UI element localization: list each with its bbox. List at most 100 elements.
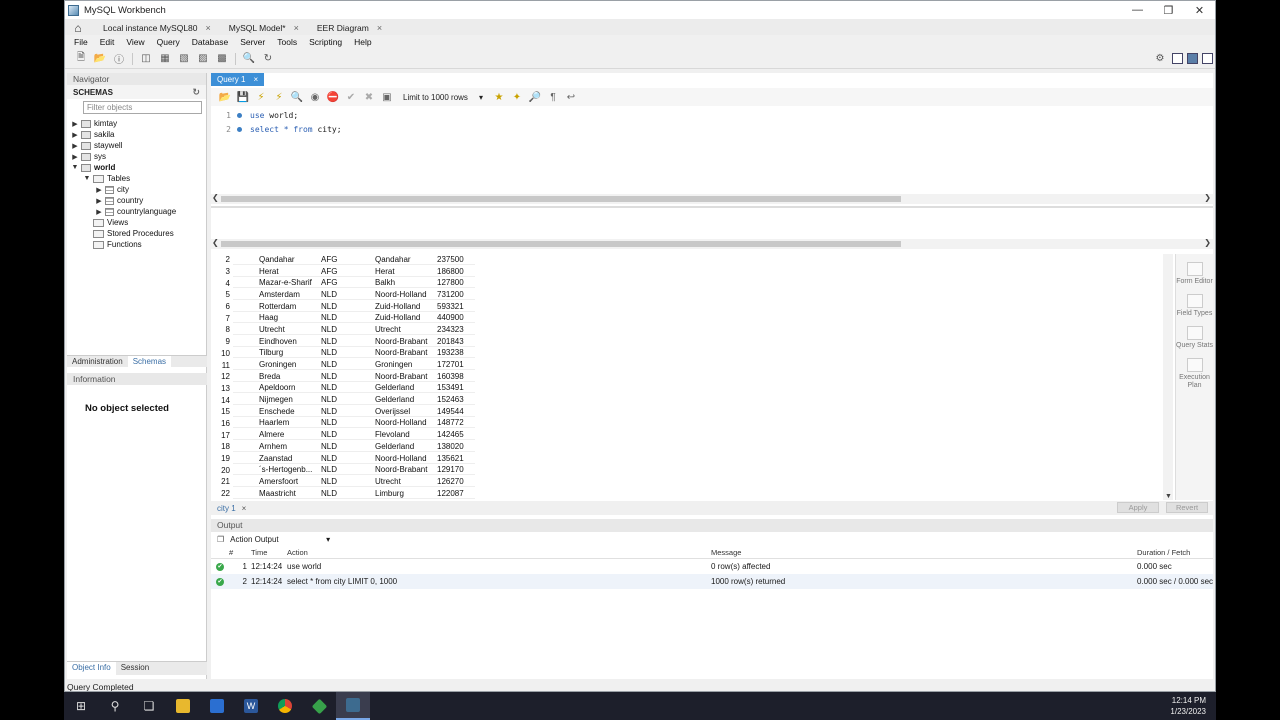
cell-name[interactable]: Rotterdam xyxy=(233,302,319,312)
table-item-country[interactable]: ▶ country xyxy=(67,195,206,206)
autocommit-toggle-icon[interactable]: ▣ xyxy=(379,90,395,104)
system-clock[interactable]: 12:14 PM 1/23/2023 xyxy=(1170,695,1216,717)
header-message[interactable]: Message xyxy=(711,548,1137,557)
refresh-schemas-icon[interactable]: ↻ xyxy=(192,87,200,98)
table-row[interactable]: 7 Haag NLD Zuid-Holland 440900 xyxy=(213,312,1163,324)
cell-district[interactable]: Balkh xyxy=(375,278,435,289)
cell-district[interactable]: Noord-Holland xyxy=(375,454,435,464)
scroll-right-icon[interactable]: ❯ xyxy=(1204,193,1211,202)
menu-database[interactable]: Database xyxy=(186,37,234,47)
cell-name[interactable]: Enschede xyxy=(233,407,319,417)
table-item-countrylanguage[interactable]: ▶ countrylanguage xyxy=(67,206,206,217)
cell-district[interactable]: Limburg xyxy=(375,489,435,499)
explain-icon[interactable]: 🔍 xyxy=(289,90,305,104)
file-explorer-icon[interactable] xyxy=(166,692,200,720)
cell-name[interactable]: Almere xyxy=(233,430,319,441)
scroll-left-icon[interactable]: ❮ xyxy=(212,238,219,247)
find-icon[interactable]: 🔎 xyxy=(527,90,543,104)
green-app-icon[interactable] xyxy=(302,692,336,720)
cell-district[interactable]: Noord-Holland xyxy=(375,418,435,429)
schema-item-staywell[interactable]: ▶ staywell xyxy=(67,140,206,151)
schema-item-world[interactable]: ▼ world xyxy=(67,162,206,173)
cell-countrycode[interactable]: NLD xyxy=(319,430,375,441)
reconnect-icon[interactable]: ↻ xyxy=(260,51,276,66)
cell-district[interactable]: Gelderland xyxy=(375,442,435,452)
cell-population[interactable]: 138020 xyxy=(435,442,475,452)
output-row[interactable]: ✔ 2 12:14:24 select * from city LIMIT 0,… xyxy=(211,574,1213,589)
cell-countrycode[interactable]: NLD xyxy=(319,407,375,417)
cell-name[interactable]: Herat xyxy=(233,267,319,277)
cell-name[interactable]: Mazar-e-Sharif xyxy=(233,278,319,289)
table-row[interactable]: 23DordrechtNLDZuid-Holland119811 xyxy=(213,499,1163,500)
copy-output-icon[interactable]: ❐ xyxy=(217,535,224,544)
cell-countrycode[interactable]: NLD xyxy=(319,454,375,464)
sql-editor[interactable]: 1 use world; 2 select * from city; xyxy=(211,108,1213,194)
table-item-city[interactable]: ▶ city xyxy=(67,184,206,195)
menu-query[interactable]: Query xyxy=(151,37,186,47)
execute-current-lightning-icon[interactable]: ⚡ xyxy=(271,90,287,104)
wrap-lines-icon[interactable]: ↩ xyxy=(563,90,579,104)
table-row[interactable]: 15 Enschede NLD Overijssel 149544 xyxy=(213,406,1163,418)
cell-district[interactable]: Noord-Holland xyxy=(375,290,435,300)
grid-vertical-scrollbar[interactable]: ▼ xyxy=(1163,254,1173,500)
create-table-icon[interactable]: ▦ xyxy=(157,51,173,66)
table-row[interactable]: 4 Mazar-e-Sharif AFG Balkh 127800 xyxy=(213,277,1163,289)
expand-arrow-icon[interactable]: ▶ xyxy=(95,208,103,216)
scroll-down-icon[interactable]: ▼ xyxy=(1165,493,1172,500)
cell-population[interactable]: 148772 xyxy=(435,418,475,429)
tab-mysql-model[interactable]: MySQL Model* × xyxy=(217,20,305,35)
filter-objects-input[interactable]: Filter objects xyxy=(83,101,202,114)
create-function-icon[interactable]: ▩ xyxy=(214,51,230,66)
execute-lightning-icon[interactable]: ⚡ xyxy=(253,90,269,104)
cell-name[interactable]: Haag xyxy=(233,313,319,324)
menu-tools[interactable]: Tools xyxy=(271,37,303,47)
table-row[interactable]: 16 Haarlem NLD Noord-Holland 148772 xyxy=(213,418,1163,430)
cell-name[interactable]: Amersfoort xyxy=(233,477,319,487)
cell-countrycode[interactable]: NLD xyxy=(319,360,375,371)
execution-plan-button[interactable]: Execution Plan xyxy=(1176,358,1213,390)
cell-district[interactable]: Qandahar xyxy=(375,255,435,265)
tab-city-1[interactable]: city 1 × xyxy=(211,504,252,513)
cell-population[interactable]: 129170 xyxy=(435,465,475,476)
settings-gear-icon[interactable]: ⚙ xyxy=(1152,51,1168,66)
tree-functions-folder[interactable]: Functions xyxy=(67,239,206,250)
cell-district[interactable]: Herat xyxy=(375,267,435,277)
cell-countrycode[interactable]: NLD xyxy=(319,325,375,335)
splitter[interactable] xyxy=(211,206,1213,208)
tab-administration[interactable]: Administration xyxy=(67,356,128,367)
tab-eer-diagram[interactable]: EER Diagram × xyxy=(305,20,388,35)
form-editor-button[interactable]: Form Editor xyxy=(1176,262,1213,286)
restore-icon[interactable]: ❐ xyxy=(1153,1,1184,19)
cell-name[interactable]: Nijmegen xyxy=(233,395,319,406)
cell-name[interactable]: Zaanstad xyxy=(233,454,319,464)
table-row[interactable]: 22 Maastricht NLD Limburg 122087 xyxy=(213,488,1163,500)
cell-population[interactable]: 193238 xyxy=(435,348,475,359)
open-sql-script-icon[interactable]: 📂 xyxy=(92,51,108,66)
create-view-icon[interactable]: ▧ xyxy=(176,51,192,66)
cell-population[interactable]: 127800 xyxy=(435,278,475,289)
cell-population[interactable]: 122087 xyxy=(435,489,475,499)
tab-object-info[interactable]: Object Info xyxy=(67,662,116,675)
table-row[interactable]: 5 Amsterdam NLD Noord-Holland 731200 xyxy=(213,289,1163,301)
minimize-icon[interactable]: — xyxy=(1122,1,1153,19)
cell-name[interactable]: Amsterdam xyxy=(233,290,319,300)
cell-countrycode[interactable]: NLD xyxy=(319,290,375,300)
create-procedure-icon[interactable]: ▨ xyxy=(195,51,211,66)
cell-district[interactable]: Zuid-Holland xyxy=(375,313,435,324)
expand-arrow-icon[interactable]: ▶ xyxy=(95,197,103,205)
table-row[interactable]: 18 Arnhem NLD Gelderland 138020 xyxy=(213,441,1163,453)
expand-arrow-icon[interactable]: ▶ xyxy=(71,142,79,150)
cell-district[interactable]: Noord-Brabant xyxy=(375,372,435,382)
cell-population[interactable]: 201843 xyxy=(435,337,475,347)
table-row[interactable]: 3 Herat AFG Herat 186800 xyxy=(213,266,1163,278)
schema-item-kimtay[interactable]: ▶ kimtay xyxy=(67,118,206,129)
editor-horizontal-scrollbar[interactable]: ❮ ❯ xyxy=(211,193,1213,204)
mysql-workbench-taskbar-icon[interactable] xyxy=(336,692,370,720)
limit-rows-select[interactable]: Limit to 1000 rows ▾ xyxy=(403,91,483,104)
menu-help[interactable]: Help xyxy=(348,37,377,47)
scroll-thumb[interactable] xyxy=(221,196,901,202)
cell-population[interactable]: 160398 xyxy=(435,372,475,382)
cell-district[interactable]: Gelderland xyxy=(375,395,435,406)
cell-countrycode[interactable]: NLD xyxy=(319,442,375,452)
tab-schemas[interactable]: Schemas xyxy=(127,356,172,367)
